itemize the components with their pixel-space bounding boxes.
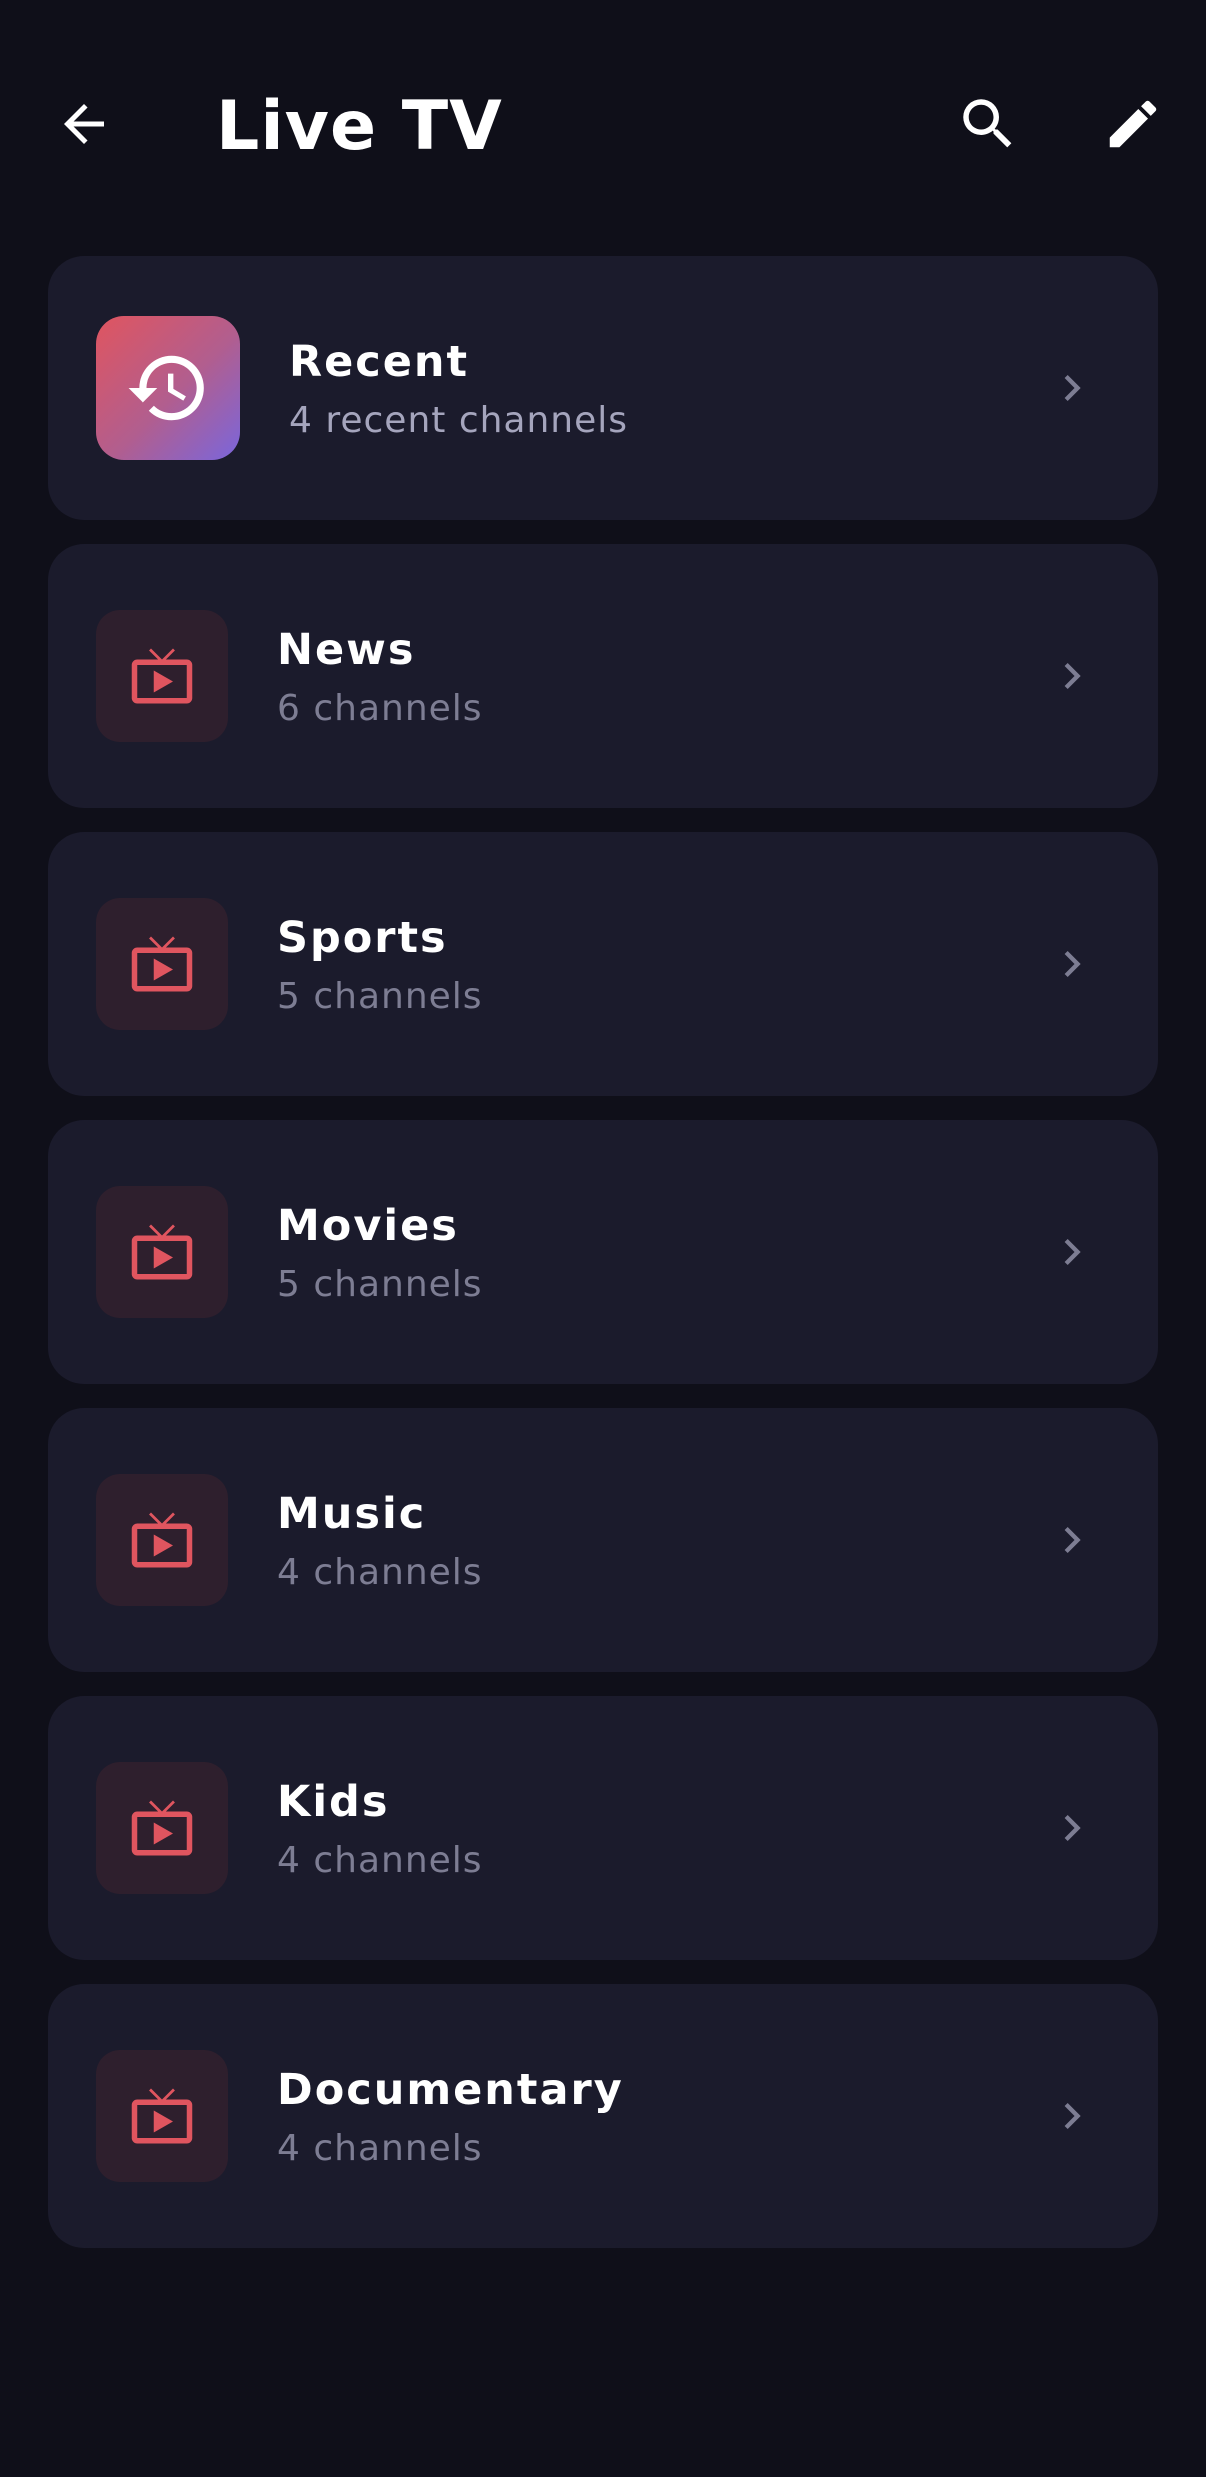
- category-text: News 6 channels: [277, 622, 483, 734]
- search-icon: [963, 99, 1012, 148]
- chevron-right-icon: [1064, 1527, 1081, 1553]
- category-thumbnail: [96, 610, 228, 742]
- recent-card[interactable]: Recent 4 recent channels: [48, 256, 1158, 520]
- card-title: Music: [277, 1489, 427, 1539]
- tv-icon: [131, 2088, 193, 2144]
- card-subtitle: 4 channels: [277, 2128, 483, 2169]
- chevron-right-icon: [1064, 663, 1081, 689]
- tv-icon: [131, 648, 193, 704]
- category-list: Recent 4 recent channels News 6 channels…: [48, 256, 1158, 2272]
- card-title: Kids: [277, 1777, 390, 1827]
- category-card-kids[interactable]: Kids 4 channels: [48, 1696, 1158, 1960]
- category-thumbnail: [96, 2050, 228, 2182]
- category-thumbnail: [96, 1186, 228, 1318]
- chevron-right-icon: [1064, 951, 1081, 977]
- back-button[interactable]: [44, 84, 124, 164]
- tv-icon: [131, 1512, 193, 1568]
- category-text: Music 4 channels: [277, 1486, 483, 1598]
- tv-icon: [131, 936, 193, 992]
- category-text: Sports 5 channels: [277, 910, 483, 1022]
- search-button[interactable]: [948, 84, 1028, 164]
- recent-thumbnail: [96, 316, 240, 460]
- category-thumbnail: [96, 898, 228, 1030]
- card-title: Documentary: [277, 2065, 624, 2115]
- history-icon: [128, 355, 204, 421]
- chevron-right-icon: [1064, 1815, 1081, 1841]
- card-subtitle: 6 channels: [277, 688, 483, 729]
- category-text: Movies 5 channels: [277, 1198, 483, 1310]
- card-subtitle: 5 channels: [277, 1264, 483, 1305]
- app-bar: Live TV: [0, 0, 1206, 250]
- category-card-movies[interactable]: Movies 5 channels: [48, 1120, 1158, 1384]
- category-card-documentary[interactable]: Documentary 4 channels: [48, 1984, 1158, 2248]
- category-thumbnail: [96, 1762, 228, 1894]
- card-title: News: [277, 625, 416, 675]
- category-thumbnail: [96, 1474, 228, 1606]
- tv-icon: [131, 1800, 193, 1856]
- card-title: Movies: [277, 1201, 459, 1251]
- recent-text: Recent 4 recent channels: [289, 334, 628, 446]
- category-text: Kids 4 channels: [277, 1774, 483, 1886]
- category-card-news[interactable]: News 6 channels: [48, 544, 1158, 808]
- category-card-music[interactable]: Music 4 channels: [48, 1408, 1158, 1672]
- card-title: Recent: [289, 337, 470, 387]
- tv-icon: [131, 1224, 193, 1280]
- chevron-right-icon: [1064, 2103, 1081, 2129]
- edit-button[interactable]: [1093, 84, 1173, 164]
- chevron-right-icon: [1064, 375, 1081, 401]
- pencil-icon: [1109, 100, 1157, 148]
- category-text: Documentary 4 channels: [277, 2062, 624, 2174]
- card-subtitle: 5 channels: [277, 976, 483, 1017]
- card-subtitle: 4 channels: [277, 1840, 483, 1881]
- arrow-left-icon: [64, 104, 104, 144]
- category-card-sports[interactable]: Sports 5 channels: [48, 832, 1158, 1096]
- page-title: Live TV: [216, 87, 503, 166]
- card-subtitle: 4 recent channels: [289, 400, 629, 441]
- card-title: Sports: [277, 913, 448, 963]
- chevron-right-icon: [1064, 1239, 1081, 1265]
- card-subtitle: 4 channels: [277, 1552, 483, 1593]
